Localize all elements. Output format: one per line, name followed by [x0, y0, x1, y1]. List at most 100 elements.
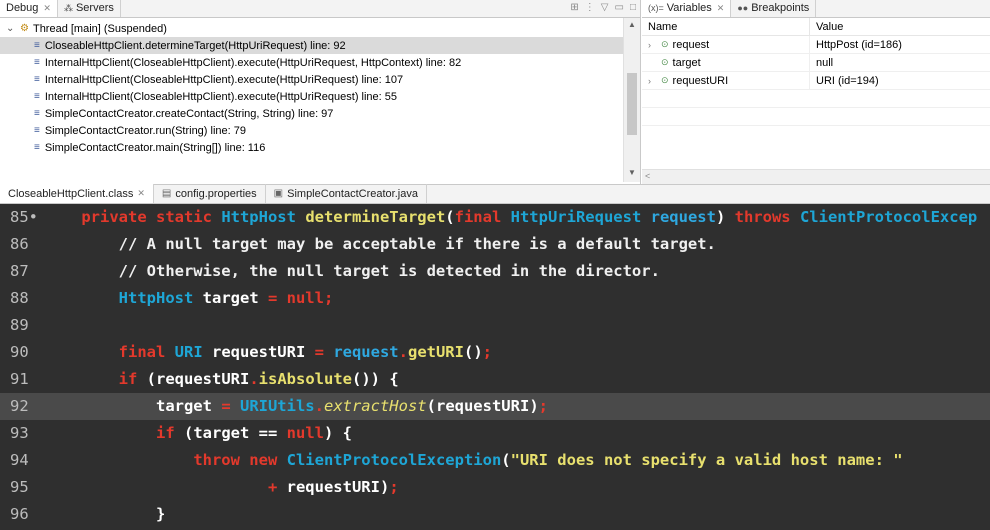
code-token: ( — [445, 208, 455, 226]
code-token: requestURI — [286, 478, 380, 496]
stack-frame-row[interactable]: ≡ SimpleContactCreator.run(String) line: … — [0, 122, 640, 139]
code-text: // Otherwise, the null target is detecte… — [44, 258, 660, 285]
code-line[interactable]: 94 throw new ClientProtocolException("UR… — [0, 447, 990, 474]
maximize-icon[interactable]: □ — [630, 2, 636, 13]
tab-debug[interactable]: Debug ✕ — [0, 0, 58, 17]
code-token: ) — [715, 208, 735, 226]
variable-name: target — [672, 56, 701, 69]
code-token: requestURI — [435, 397, 530, 415]
variables-hscrollbar[interactable]: < — [642, 169, 990, 184]
line-number: 95 — [10, 478, 29, 496]
minimize-icon[interactable]: ▭ — [615, 2, 624, 13]
stack-frame-row[interactable]: ≡ InternalHttpClient(CloseableHttpClient)… — [0, 88, 640, 105]
debug-scrollbar[interactable]: ▲ ▼ — [623, 18, 640, 182]
scroll-thumb[interactable] — [627, 73, 637, 135]
view-menu-icon[interactable]: ⋮ — [585, 2, 595, 13]
code-line[interactable]: 96 } — [0, 501, 990, 528]
code-line[interactable]: 91 if (requestURI.isAbsolute()) { — [0, 366, 990, 393]
collapse-all-icon[interactable]: ⊞ — [570, 2, 578, 13]
code-token: extractHost — [323, 397, 427, 415]
column-header-value[interactable]: Value — [810, 21, 843, 33]
line-number: 90 — [10, 343, 29, 361]
code-token: requestURI — [156, 370, 250, 388]
code-token: ( — [183, 424, 194, 442]
thread-node[interactable]: ⌄ ⚙ Thread [main] (Suspended) — [0, 20, 640, 37]
editor-tab-simplecontactcreator[interactable]: ▣ SimpleContactCreator.java — [266, 184, 427, 203]
variable-name: requestURI — [672, 74, 729, 87]
stack-frame-row[interactable]: ≡ SimpleContactCreator.main(String[]) lin… — [0, 139, 640, 156]
stack-frame-row[interactable]: ≡ InternalHttpClient(CloseableHttpClient)… — [0, 54, 640, 71]
code-line[interactable]: 87 // Otherwise, the null target is dete… — [0, 258, 990, 285]
code-token: ; — [389, 478, 399, 496]
tab-breakpoints[interactable]: ●● Breakpoints — [731, 0, 817, 17]
editor-tab-closeablehttpclient[interactable]: CloseableHttpClient.class ✕ — [0, 184, 154, 203]
code-token: = null; — [267, 289, 334, 307]
close-icon[interactable]: ✕ — [137, 188, 145, 199]
tab-servers[interactable]: ⁂ Servers — [58, 0, 121, 17]
code-token: isAbsolute — [258, 370, 352, 388]
code-text: } — [44, 501, 165, 528]
code-line[interactable]: 95 + requestURI); — [0, 474, 990, 501]
tab-variables[interactable]: (x)= Variables ✕ — [642, 0, 732, 17]
variable-name: request — [672, 38, 710, 51]
variables-view: (x)= Variables ✕ ●● Breakpoints Name Val… — [642, 0, 990, 184]
variables-icon: (x)= — [648, 3, 664, 13]
chevron-right-icon[interactable]: › — [648, 76, 657, 86]
code-token: requestURI — [211, 343, 315, 361]
code-token: private static — [81, 208, 222, 226]
stack-frame-icon: ≡ — [34, 125, 40, 136]
code-token: ( — [426, 397, 436, 415]
code-line[interactable]: 85• private static HttpHost determineTar… — [0, 204, 990, 231]
code-line[interactable]: 93 if (target == null) { — [0, 420, 990, 447]
variable-row[interactable]: › ⊙ requestURI URI (id=194) — [642, 71, 990, 90]
stack-frame-row[interactable]: ≡ SimpleContactCreator.createContact(Stri… — [0, 105, 640, 122]
editor-tab-config[interactable]: ▤ config.properties — [154, 184, 266, 203]
variable-value: HttpPost (id=186) — [816, 38, 902, 51]
servers-icon: ⁂ — [63, 2, 73, 13]
scroll-down-icon[interactable]: ▼ — [624, 168, 640, 182]
variable-row[interactable]: › ⊙ request HttpPost (id=186) — [642, 35, 990, 54]
line-number: 85• — [10, 208, 38, 226]
close-icon[interactable]: ✕ — [43, 3, 51, 14]
scroll-up-icon[interactable]: ▲ — [624, 20, 640, 34]
code-token: target — [202, 289, 268, 307]
line-number: 87 — [10, 262, 29, 280]
chevron-right-icon[interactable]: › — [648, 40, 657, 50]
scroll-left-icon[interactable]: < — [645, 171, 650, 181]
code-text: if (target == null) { — [44, 420, 352, 447]
code-token: final — [118, 343, 175, 361]
variable-row[interactable]: ⊙ target null — [642, 53, 990, 72]
column-header-name[interactable]: Name — [642, 17, 810, 36]
code-text: final URI requestURI = request.getURI(); — [44, 339, 492, 366]
variable-value: URI (id=194) — [816, 74, 879, 87]
code-line[interactable]: 89 — [0, 312, 990, 339]
code-token: target — [193, 424, 259, 442]
code-token: URIUtils — [239, 397, 315, 415]
line-number: 94 — [10, 451, 29, 469]
code-token: ( — [146, 370, 156, 388]
menu-chevron-icon[interactable]: ▽ — [601, 2, 609, 13]
code-line[interactable]: 90 final URI requestURI = request.getURI… — [0, 339, 990, 366]
code-line[interactable]: 88 HttpHost target = null; — [0, 285, 990, 312]
code-token: ) — [529, 397, 539, 415]
local-variable-icon: ⊙ — [661, 39, 669, 49]
chevron-down-icon[interactable]: ⌄ — [6, 23, 16, 34]
stack-frame-icon: ≡ — [34, 40, 40, 51]
stack-frame-row[interactable]: ≡ CloseableHttpClient.determineTarget(Htt… — [0, 37, 640, 54]
variable-name-cell: ⊙ target — [642, 53, 810, 72]
code-token: . — [249, 370, 259, 388]
code-token: ; — [482, 343, 492, 361]
code-line[interactable]: 86 // A null target may be acceptable if… — [0, 231, 990, 258]
code-editor[interactable]: 85• private static HttpHost determineTar… — [0, 204, 990, 530]
view-toolbar: ⊞ ⋮ ▽ ▭ □ — [570, 2, 636, 13]
tab-label: config.properties — [175, 187, 257, 200]
variable-value: null — [816, 56, 834, 69]
code-text: HttpHost target = null; — [44, 285, 334, 312]
code-line[interactable]: 92 target = URIUtils.extractHost(request… — [0, 393, 990, 420]
stack-frame-row[interactable]: ≡ InternalHttpClient(CloseableHttpClient)… — [0, 71, 640, 88]
code-token: HttpUriRequest — [510, 208, 651, 226]
code-token: "URI does not specify a valid host name:… — [510, 451, 903, 469]
close-icon[interactable]: ✕ — [717, 3, 725, 14]
